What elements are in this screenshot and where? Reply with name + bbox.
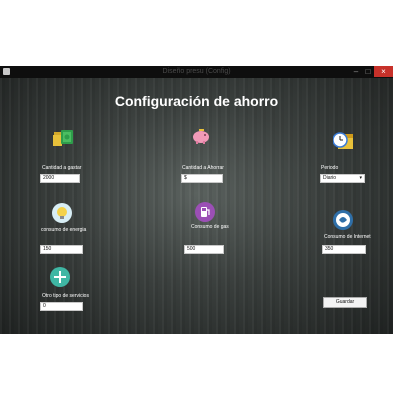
save-button[interactable]: Guardar (323, 297, 367, 308)
cantidad-ahorrar-label: Cantidad a Ahorrar (182, 165, 224, 171)
cantidad-gastar-input[interactable]: 2000 (40, 174, 80, 183)
periodo-dropdown[interactable]: Diario ▾ (320, 174, 365, 183)
page-title: Configuración de ahorro (114, 93, 279, 109)
cantidad-gastar-label: Cantidad a gastar (42, 165, 82, 171)
light-bulb-icon (52, 203, 72, 223)
money-stack-icon (53, 128, 73, 146)
minimize-button[interactable]: – (350, 66, 362, 77)
cantidad-ahorrar-input[interactable]: $ (181, 174, 223, 183)
title-bar: Diseño presu (Config) – □ × (0, 66, 393, 78)
consumo-internet-input[interactable]: 350 (322, 245, 366, 254)
consumo-energia-label: consumo de energia (41, 227, 87, 233)
calendar-clock-icon (332, 131, 353, 151)
plus-circle-icon (50, 267, 70, 287)
consumo-gas-label: Consumo de gas (191, 224, 229, 230)
otro-servicios-input[interactable]: 0 (40, 302, 83, 311)
consumo-energia-input[interactable]: 150 (40, 245, 83, 254)
piggy-bank-icon (192, 128, 210, 144)
consumo-internet-label: Consumo de Internet (324, 234, 371, 240)
periodo-selected-value: Diario (323, 175, 337, 181)
app-window: Diseño presu (Config) – □ × Configuració… (0, 66, 393, 334)
periodo-label: Periodo (321, 165, 339, 171)
content-panel: Configuración de ahorro Cantidad a gasta… (0, 78, 393, 334)
close-button[interactable]: × (374, 66, 393, 77)
window-title: Diseño presu (Config) (162, 68, 231, 75)
maximize-button[interactable]: □ (362, 66, 374, 77)
otro-servicios-label: Otro tipo de servicios (42, 293, 89, 299)
gas-pump-icon (195, 202, 215, 222)
consumo-gas-input[interactable]: 500 (184, 245, 224, 254)
internet-globe-icon (333, 210, 353, 230)
chevron-down-icon: ▾ (359, 175, 362, 181)
